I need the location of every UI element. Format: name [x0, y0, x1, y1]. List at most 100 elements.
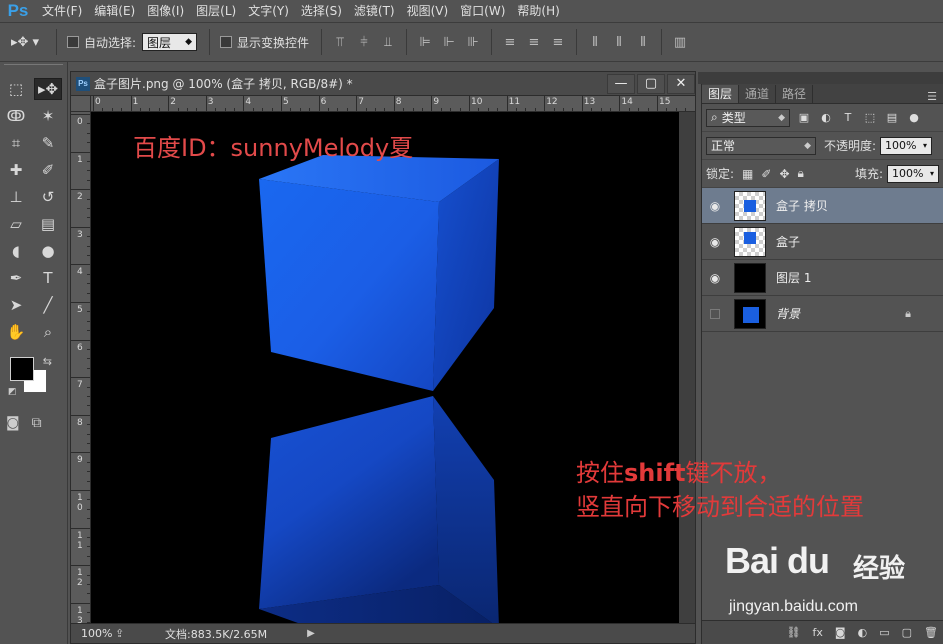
- align-top-icon[interactable]: ⫪: [330, 33, 350, 51]
- ruler-origin[interactable]: [71, 96, 91, 112]
- zoom-level[interactable]: 100%: [71, 627, 115, 640]
- distribute-bottom-icon[interactable]: ≡: [548, 33, 568, 51]
- quick-mask-icon[interactable]: ◙: [6, 415, 20, 431]
- document-tab[interactable]: Ps 盒子图片.png @ 100% (盒子 拷贝, RGB/8#) * — ▢…: [71, 72, 695, 96]
- marquee-tool-icon[interactable]: ⬚: [2, 78, 30, 100]
- new-group-icon[interactable]: ▭: [879, 626, 889, 639]
- minimize-button[interactable]: —: [607, 73, 635, 94]
- tab-layers[interactable]: 图层: [702, 85, 740, 103]
- horizontal-ruler[interactable]: 0 1 2 3 4 5 6 7 8 9 10 11 12 13 14 15: [91, 96, 695, 112]
- panel-menu-icon[interactable]: ☰: [921, 90, 943, 103]
- show-transform-checkbox[interactable]: [219, 36, 232, 48]
- menu-layer[interactable]: 图层(L): [190, 0, 242, 22]
- vertical-scrollbar[interactable]: [679, 112, 695, 623]
- blur-tool-icon[interactable]: ◖: [2, 240, 30, 262]
- export-icon[interactable]: ⇪: [115, 627, 135, 640]
- lasso-tool-icon[interactable]: ↂ: [2, 105, 30, 127]
- path-selection-tool-icon[interactable]: ➤: [2, 294, 30, 316]
- blend-mode-dropdown[interactable]: 正常 ◆: [706, 136, 816, 155]
- lock-position-icon[interactable]: ✥: [779, 167, 789, 181]
- maximize-button[interactable]: ▢: [637, 73, 665, 94]
- pen-tool-icon[interactable]: ✒: [2, 267, 30, 289]
- new-layer-icon[interactable]: ▢: [902, 626, 912, 639]
- layer-row-background[interactable]: 背景 🔒︎: [702, 296, 943, 332]
- distribute-vcenter-icon[interactable]: ≡: [524, 33, 544, 51]
- filter-kind-dropdown[interactable]: ⌕ 类型 ◆: [706, 108, 790, 127]
- menu-filter[interactable]: 滤镜(T): [348, 0, 401, 22]
- opacity-arrow-icon[interactable]: ▾: [923, 141, 927, 150]
- distribute-hcenter-icon[interactable]: ⦀: [609, 33, 629, 51]
- default-colors-icon[interactable]: ◩: [8, 387, 17, 397]
- align-vcenter-icon[interactable]: ⫩: [354, 33, 374, 51]
- align-hcenter-icon[interactable]: ⊩: [439, 33, 459, 51]
- menu-window[interactable]: 窗口(W): [454, 0, 511, 22]
- layer-style-icon[interactable]: fx: [813, 626, 823, 639]
- menu-edit[interactable]: 编辑(E): [88, 0, 141, 22]
- align-right-icon[interactable]: ⊪: [463, 33, 483, 51]
- eraser-tool-icon[interactable]: ▱: [2, 213, 30, 235]
- layer-row-box-copy[interactable]: ◉ 盒子 拷贝: [702, 188, 943, 224]
- filter-smart-object-icon[interactable]: ▤: [884, 110, 900, 126]
- panel-collapse-strip[interactable]: [698, 72, 943, 84]
- layer-row-box[interactable]: ◉ 盒子: [702, 224, 943, 260]
- lock-all-icon[interactable]: 🔒︎: [798, 166, 804, 181]
- link-layers-icon[interactable]: ⛓: [787, 626, 801, 639]
- fill-arrow-icon[interactable]: ▾: [930, 169, 934, 178]
- visibility-eye-icon[interactable]: ◉: [702, 199, 728, 213]
- auto-select-dropdown[interactable]: 图层 ◆: [142, 33, 197, 51]
- type-tool-icon[interactable]: T: [34, 267, 62, 289]
- filter-adjustment-icon[interactable]: ◐: [818, 110, 834, 126]
- screen-mode-icon[interactable]: ⧉: [32, 415, 42, 431]
- filter-pixel-icon[interactable]: ▣: [796, 110, 812, 126]
- filter-type-icon[interactable]: T: [840, 110, 856, 126]
- vertical-ruler[interactable]: 012345678910111213: [71, 112, 91, 623]
- swap-colors-icon[interactable]: ⇆: [43, 355, 52, 368]
- hand-tool-icon[interactable]: ✋: [2, 321, 30, 343]
- tab-channels[interactable]: 通道: [739, 85, 777, 103]
- foreground-color-swatch[interactable]: [10, 357, 34, 381]
- fill-field[interactable]: 100% ▾: [887, 164, 939, 183]
- gradient-tool-icon[interactable]: ▤: [34, 213, 62, 235]
- filter-shape-icon[interactable]: ⬚: [862, 110, 878, 126]
- healing-brush-tool-icon[interactable]: ✚: [2, 159, 30, 181]
- brush-tool-icon[interactable]: ✐: [34, 159, 62, 181]
- menu-image[interactable]: 图像(I): [141, 0, 190, 22]
- history-brush-tool-icon[interactable]: ↺: [34, 186, 62, 208]
- visibility-eye-icon[interactable]: ◉: [702, 235, 728, 249]
- menu-select[interactable]: 选择(S): [295, 0, 348, 22]
- close-button[interactable]: ✕: [667, 73, 695, 94]
- distribute-right-icon[interactable]: ⦀: [633, 33, 653, 51]
- adjustment-layer-icon[interactable]: ◐: [858, 626, 868, 639]
- visibility-eye-icon[interactable]: ◉: [702, 271, 728, 285]
- distribute-left-icon[interactable]: ⦀: [585, 33, 605, 51]
- lock-image-icon[interactable]: ✐: [761, 167, 771, 181]
- lock-transparent-icon[interactable]: ▦: [742, 167, 753, 181]
- filter-toggle-icon[interactable]: ●: [906, 110, 922, 126]
- toolbar-grip[interactable]: [4, 64, 63, 74]
- auto-select-checkbox[interactable]: [67, 36, 79, 48]
- menu-help[interactable]: 帮助(H): [511, 0, 565, 22]
- image-canvas[interactable]: 百度ID：sunnyMelody夏: [91, 112, 679, 623]
- dodge-tool-icon[interactable]: ●: [34, 240, 62, 262]
- move-tool-icon[interactable]: ▸✥: [34, 78, 62, 100]
- zoom-tool-icon[interactable]: ⌕: [34, 321, 62, 343]
- menu-view[interactable]: 视图(V): [401, 0, 455, 22]
- magic-wand-tool-icon[interactable]: ✶: [34, 105, 62, 127]
- menu-file[interactable]: 文件(F): [36, 0, 88, 22]
- eyedropper-tool-icon[interactable]: ✎: [34, 132, 62, 154]
- layer-row-layer-1[interactable]: ◉ 图层 1: [702, 260, 943, 296]
- add-mask-icon[interactable]: ◙: [835, 626, 846, 639]
- status-menu-arrow-icon[interactable]: ▶: [307, 628, 315, 639]
- align-left-icon[interactable]: ⊫: [415, 33, 435, 51]
- line-tool-icon[interactable]: ╱: [34, 294, 62, 316]
- move-tool-preset-icon[interactable]: ▸✥ ▾: [0, 27, 50, 57]
- distribute-top-icon[interactable]: ≡: [500, 33, 520, 51]
- auto-align-icon[interactable]: ▥: [670, 33, 690, 51]
- opacity-field[interactable]: 100% ▾: [880, 136, 933, 155]
- menu-type[interactable]: 文字(Y): [242, 0, 295, 22]
- clone-stamp-tool-icon[interactable]: ⊥: [2, 186, 30, 208]
- crop-tool-icon[interactable]: ⌗: [2, 132, 30, 154]
- tab-paths[interactable]: 路径: [776, 85, 814, 103]
- visibility-toggle-empty[interactable]: [702, 308, 728, 319]
- align-bottom-icon[interactable]: ⫫: [378, 33, 398, 51]
